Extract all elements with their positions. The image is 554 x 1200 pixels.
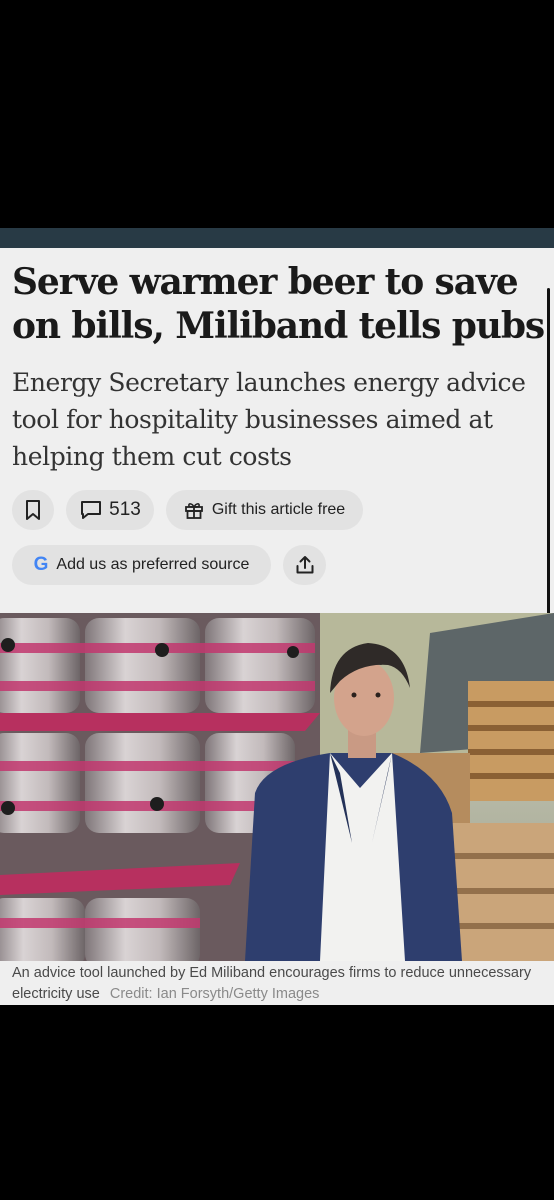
google-g-icon: G bbox=[33, 554, 49, 575]
gift-icon bbox=[184, 503, 203, 519]
preferred-source-label: Add us as preferred source bbox=[56, 556, 250, 573]
standfirst: Energy Secretary launches energy advice … bbox=[12, 368, 526, 471]
share-icon bbox=[296, 556, 313, 574]
photo-caption: An advice tool launched by Ed Miliband e… bbox=[0, 961, 554, 1005]
headline: Serve warmer beer to save on bills, Mili… bbox=[12, 261, 545, 347]
article-photo bbox=[0, 613, 554, 961]
gift-label: Gift this article free bbox=[211, 501, 346, 518]
preferred-source-button[interactable]: G Add us as preferred source bbox=[12, 545, 271, 585]
comment-icon bbox=[81, 501, 102, 519]
bookmark-button[interactable] bbox=[12, 490, 54, 530]
photo-credit: Credit: Ian Forsyth/Getty Images bbox=[109, 986, 320, 1002]
comments-button[interactable]: 513 bbox=[66, 490, 154, 530]
photo-illustration bbox=[0, 613, 554, 961]
article-header: Serve warmer beer to save on bills, Mili… bbox=[0, 248, 554, 758]
share-button[interactable] bbox=[283, 545, 326, 585]
site-header-bar bbox=[0, 228, 554, 248]
bookmark-icon bbox=[26, 500, 40, 520]
gift-article-button[interactable]: Gift this article free bbox=[166, 490, 363, 530]
comment-count: 513 bbox=[109, 499, 141, 520]
